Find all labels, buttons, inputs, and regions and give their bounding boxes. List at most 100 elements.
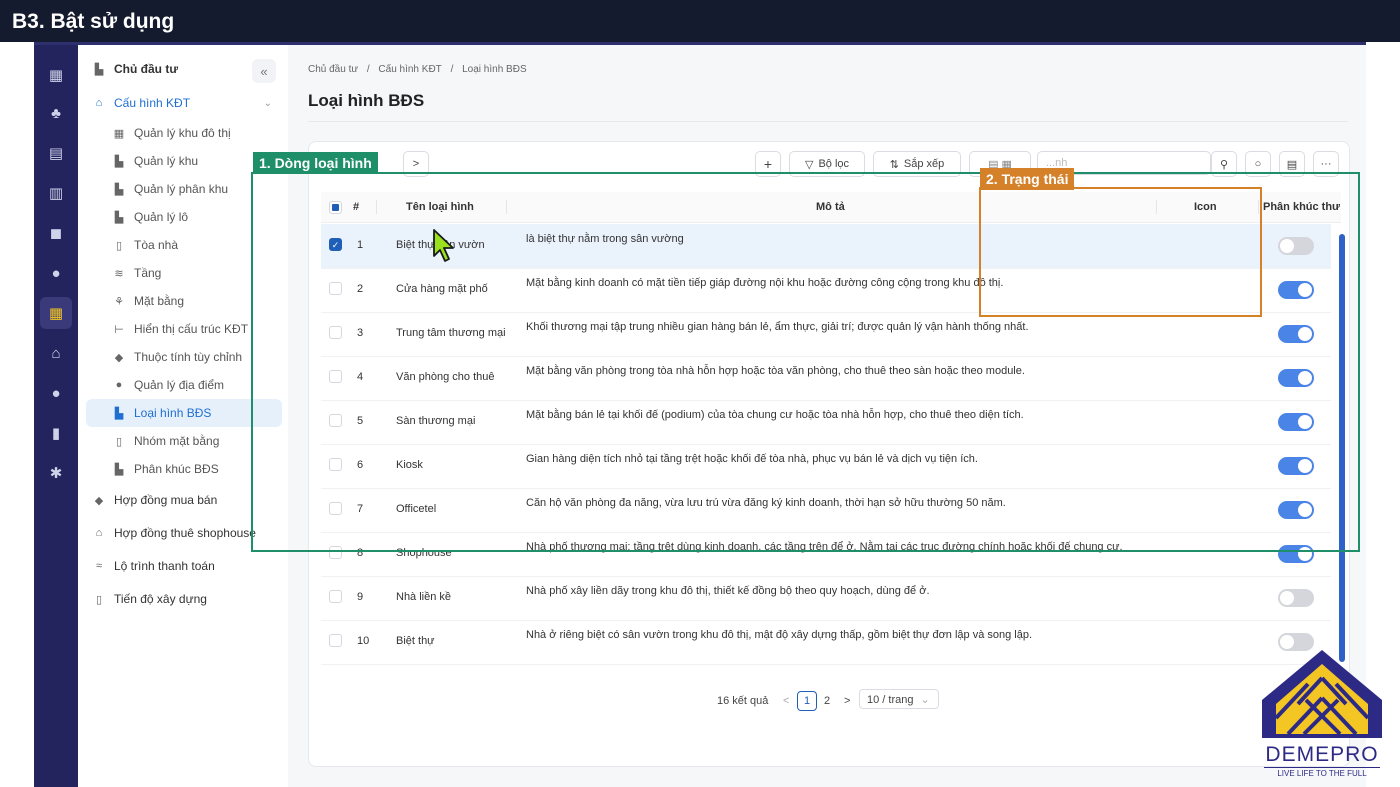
sidebar-item-label: Cấu hình KĐT <box>114 96 191 110</box>
floorplan-icon: ⚘ <box>114 295 124 308</box>
store-icon: ⌂ <box>95 527 103 539</box>
mouse-cursor-icon <box>433 229 454 262</box>
sidebar-item-label: Quản lý khu <box>134 154 199 168</box>
window-top-border <box>34 42 1366 45</box>
tag-icon: ◆ <box>114 351 124 364</box>
filter-icon: ▽ <box>804 158 814 171</box>
status-toggle[interactable] <box>1278 589 1314 607</box>
sidebar-item-label: Hợp đồng thuê shophouse <box>114 526 256 540</box>
building-icon: ▙ <box>114 463 124 476</box>
people-network-icon[interactable]: ♣ <box>40 97 72 129</box>
collapse-sidebar-button[interactable]: « <box>252 59 276 83</box>
building-icon: ▙ <box>114 155 124 168</box>
breadcrumb-item[interactable]: Cấu hình KĐT <box>378 64 441 75</box>
sidebar-item-label: Lộ trình thanh toán <box>114 559 215 573</box>
chevron-down-icon: ⌄ <box>263 97 272 109</box>
row-checkbox[interactable] <box>329 590 342 603</box>
demepro-house-icon <box>1262 650 1382 738</box>
sidebar-item-label: Chủ đầu tư <box>114 62 179 76</box>
building-config-icon[interactable]: ▦ <box>40 297 72 329</box>
page-size-select[interactable]: 10 / trang ⌄ <box>859 689 939 709</box>
row-name: Nhà liền kề <box>396 591 452 603</box>
briefcase-icon[interactable]: ▥ <box>40 177 72 209</box>
building-icon: ▙ <box>114 407 124 420</box>
sidebar-item-label: Quản lý lô <box>134 210 189 224</box>
sidebar-item-label: Loại hình BĐS <box>134 406 212 420</box>
user-icon[interactable]: ● <box>40 377 72 409</box>
building-icon: ▙ <box>94 63 104 76</box>
row-description: Nhà ở riêng biệt có sân vườn trong khu đ… <box>526 629 1033 641</box>
demepro-logo: DEMEPRO LIVE LIFE TO THE FULL <box>1258 648 1386 778</box>
breadcrumb-item[interactable]: Chủ đầu tư <box>308 64 358 75</box>
sidebar-item-label: Quản lý phân khu <box>134 182 229 196</box>
sidebar-item-payment-schedule[interactable]: ≈ Lộ trình thanh toán <box>78 552 288 580</box>
sidebar-item-label: Quản lý địa điểm <box>134 378 225 392</box>
breadcrumb: Chủ đầu tư / Cấu hình KĐT / Loại hình BĐ… <box>308 64 533 75</box>
bank-icon: ⌂ <box>95 97 103 109</box>
gear-icon[interactable]: ✱ <box>40 457 72 489</box>
sidebar-item-label: Quản lý khu đô thị <box>134 126 231 140</box>
search-icon: ⚲ <box>1219 158 1229 171</box>
table-row[interactable]: 10 Biệt thự Nhà ở riêng biệt có sân vườn t… <box>321 620 1331 665</box>
sidebar-item-label: Tiến độ xây dựng <box>114 592 207 606</box>
logo-name: DEMEPRO <box>1265 743 1379 766</box>
money-icon: ≈ <box>95 560 103 572</box>
next-page-button[interactable]: > <box>844 695 850 707</box>
breadcrumb-separator: / <box>450 64 454 75</box>
row-index: 9 <box>357 591 364 603</box>
pin-icon: ● <box>115 379 123 391</box>
logo-tagline: LIVE LIFE TO THE FULL <box>1264 767 1380 778</box>
prev-page-button[interactable]: < <box>783 695 789 707</box>
annotation-row-label: 1. Dòng loại hình <box>253 152 378 174</box>
city-icon: ▦ <box>113 127 125 140</box>
car-icon[interactable]: ◼ <box>40 217 72 249</box>
row-index: 10 <box>357 635 370 647</box>
chart-icon[interactable]: ▮ <box>40 417 72 449</box>
toggle-knob <box>1280 591 1294 605</box>
page-1-button[interactable]: 1 <box>797 691 817 711</box>
tower-icon: ▯ <box>95 593 103 606</box>
step-title: B3. Bật sử dụng <box>12 10 175 33</box>
page-title: Loại hình BĐS <box>308 91 425 110</box>
row-description: Nhà phố xây liền dãy trong khu đô thị, t… <box>526 585 930 597</box>
building-icon: ▙ <box>114 211 124 224</box>
sidebar-item-urban-areas[interactable]: ▦ Quản lý khu đô thị <box>78 119 288 147</box>
sidebar-item-label: Hợp đồng mua bán <box>114 493 218 507</box>
sidebar-item-label: Phân khúc BĐS <box>134 462 219 476</box>
tower-icon: ▯ <box>115 239 123 252</box>
row-name: Biệt thự <box>396 635 435 647</box>
refresh-icon: ○ <box>1254 158 1262 170</box>
tower-icon: ▯ <box>115 435 123 448</box>
export-icon: ▤ <box>1286 158 1298 171</box>
annotation-status-label: 2. Trạng thái <box>980 168 1075 190</box>
sidebar-item-label: Mặt bằng <box>134 294 185 308</box>
page-size-value: 10 / trang <box>867 694 914 706</box>
sidebar-item-construction-progress[interactable]: ▯ Tiến độ xây dựng <box>78 585 288 613</box>
store-icon[interactable]: ⌂ <box>40 337 72 369</box>
sort-label: Sắp xếp <box>903 158 945 170</box>
sort-icon: ⇅ <box>889 158 899 171</box>
sidebar-item-urban-config[interactable]: ⌂ Cấu hình KĐT ⌄ <box>78 89 288 117</box>
breadcrumb-item-current: Loại hình BĐS <box>462 64 527 75</box>
sidebar-item-label: Nhóm mặt bằng <box>134 434 220 448</box>
sidebar-item-label: Tầng <box>134 266 162 280</box>
chevron-down-icon: ⌄ <box>920 694 930 706</box>
table-row[interactable]: 9 Nhà liền kề Nhà phố xây liền dãy trong k… <box>321 576 1331 621</box>
icon-rail: ▦ ♣ ▤ ▥ ◼ ● ▦ ⌂ ● ▮ ✱ <box>34 45 78 787</box>
sidebar-item-label: Thuộc tính tùy chỉnh <box>134 350 243 364</box>
row-checkbox[interactable] <box>329 634 342 647</box>
tag-icon: ◆ <box>94 494 104 507</box>
toggle-knob <box>1280 635 1294 649</box>
building-icon: ▙ <box>114 183 124 196</box>
result-count: 16 kết quả <box>717 695 769 707</box>
page-2-button[interactable]: 2 <box>824 695 830 707</box>
layers-icon: ≋ <box>114 267 124 280</box>
users-icon[interactable]: ● <box>40 257 72 289</box>
sidebar-item-label: Tòa nhà <box>134 238 179 252</box>
annotation-status-box <box>979 187 1262 317</box>
city-icon[interactable]: ▦ <box>40 59 72 91</box>
tutorial-header: B3. Bật sử dụng <box>0 0 1400 42</box>
breadcrumb-separator: / <box>366 64 370 75</box>
divider <box>308 121 1348 122</box>
document-icon[interactable]: ▤ <box>40 137 72 169</box>
